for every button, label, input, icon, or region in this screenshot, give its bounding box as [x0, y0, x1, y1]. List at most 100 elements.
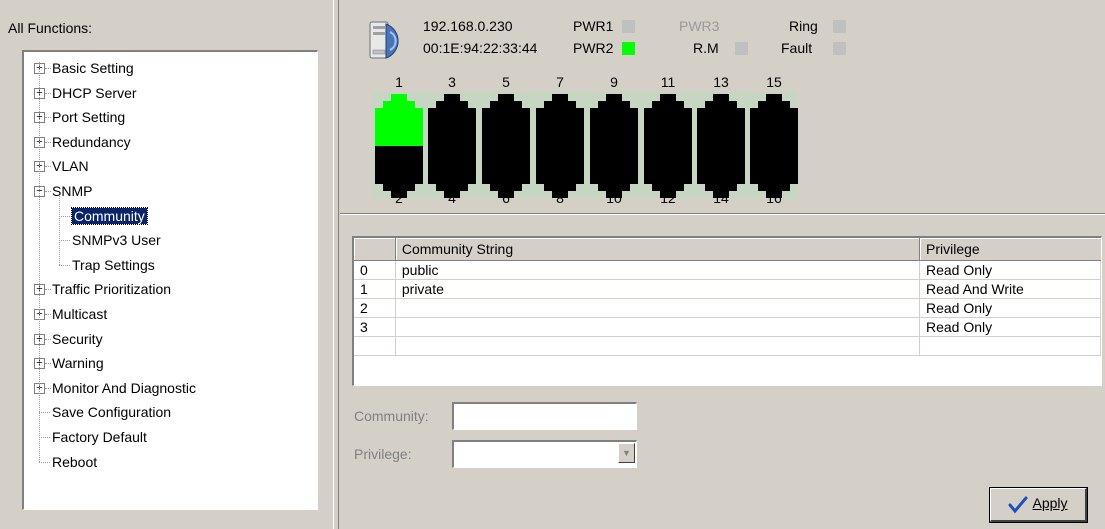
tree-item-traffic-prioritization[interactable]: Traffic Prioritization [52, 278, 171, 300]
port-number: 5 [502, 74, 510, 90]
port-13-icon[interactable] [697, 94, 745, 146]
switch-device-icon [369, 21, 399, 59]
table-row[interactable]: 3 Read Only [354, 317, 1101, 337]
tree-item-label: Basic Setting [52, 60, 134, 76]
device-ip: 192.168.0.230 [423, 18, 513, 34]
tree-connector [45, 387, 51, 389]
privilege-cell: Read And Write [919, 279, 1101, 299]
port-number: 3 [448, 74, 456, 90]
tree-connector [39, 62, 40, 462]
port-number: 16 [766, 190, 782, 206]
column-header-index[interactable] [354, 238, 396, 261]
privilege-cell: Read Only [919, 260, 1101, 280]
column-header-privilege[interactable]: Privilege [919, 238, 1101, 261]
tree-item-label: SNMPv3 User [72, 232, 161, 249]
tree-item-redundancy[interactable]: Redundancy [52, 131, 131, 153]
chevron-down-icon[interactable]: ▼ [618, 443, 635, 463]
port-7-icon[interactable] [536, 94, 584, 146]
port-9-icon[interactable] [590, 94, 638, 146]
community-table[interactable]: Community String Privilege 0 public Read O… [352, 236, 1102, 386]
tree-item-vlan[interactable]: VLAN [52, 155, 89, 177]
tree-item-label: Traffic Prioritization [52, 281, 172, 298]
checkmark-icon [1008, 496, 1028, 513]
tree-connector [45, 92, 51, 94]
tree-connector [59, 196, 60, 265]
port-11-icon[interactable] [644, 94, 692, 146]
tree-connector [45, 338, 51, 340]
tree-item-label: Trap Settings [72, 256, 155, 273]
tree-item-warning[interactable]: Warning [52, 352, 104, 374]
pwr1-label: PWR1 [573, 18, 614, 34]
pwr3-label: PWR3 [679, 18, 720, 34]
ring-label: Ring [789, 18, 818, 34]
tree-item-label: VLAN [52, 158, 89, 175]
row-index-cell: 2 [354, 298, 396, 318]
community-input[interactable] [452, 402, 637, 430]
port-5-icon[interactable] [482, 94, 530, 146]
fault-led [833, 42, 846, 55]
row-index-cell: 1 [354, 279, 396, 299]
apply-button[interactable]: Apply [989, 487, 1088, 523]
tree-item-factory-default[interactable]: Factory Default [52, 426, 147, 448]
tree-connector [39, 461, 50, 463]
column-header-community-string[interactable]: Community String [395, 238, 920, 261]
table-header-row: Community String Privilege [354, 238, 1101, 261]
tree-item-label: Warning [52, 355, 104, 372]
horizontal-splitter[interactable] [340, 213, 1105, 215]
tree-item-label: Redundancy [52, 133, 131, 150]
port-number: 14 [713, 190, 729, 206]
function-tree-pane: All Functions: Basic Setting + DHCP Server… [0, 0, 333, 529]
table-row[interactable]: 2 Read Only [354, 298, 1101, 318]
port-1-icon[interactable] [375, 94, 423, 146]
pwr1-led [622, 20, 635, 33]
tree-item-dhcp-server[interactable]: DHCP Server [52, 82, 137, 104]
function-tree[interactable]: Basic Setting + DHCP Server + Port Setting + R… [22, 50, 318, 510]
privilege-select[interactable]: ▼ [452, 440, 637, 468]
tree-item-community[interactable]: Community [71, 205, 148, 227]
tree-item-label: DHCP Server [52, 84, 137, 101]
tree-item-monitor-and-diagnostic[interactable]: Monitor And Diagnostic [52, 377, 196, 399]
community-input-value [454, 408, 457, 424]
tree-item-multicast[interactable]: Multicast [52, 303, 107, 325]
tree-item-reboot[interactable]: Reboot [52, 451, 97, 473]
community-label: Community: [354, 408, 429, 424]
tree-item-security[interactable]: Security [52, 328, 103, 350]
pane-splitter[interactable] [333, 0, 339, 529]
tree-item-label: Save Configuration [52, 404, 172, 421]
community-string-cell [395, 298, 920, 318]
tree-connector [45, 363, 51, 365]
fault-label: Fault [781, 40, 813, 56]
tree-item-save-configuration[interactable]: Save Configuration [52, 401, 171, 423]
tree-item-basic-setting[interactable]: Basic Setting [52, 57, 134, 79]
port-number: 11 [660, 74, 676, 90]
port-number: 6 [502, 190, 510, 206]
empty-cell [919, 336, 1101, 356]
privilege-cell: Read Only [919, 317, 1101, 337]
tree-item-label: Security [52, 330, 103, 347]
table-row[interactable]: 0 public Read Only [354, 260, 1101, 280]
community-string-cell [395, 317, 920, 337]
tree-item-trap-settings[interactable]: Trap Settings [72, 254, 155, 276]
tree-item-snmpv3-user[interactable]: SNMPv3 User [72, 229, 161, 251]
table-row-empty[interactable] [354, 336, 1101, 356]
tree-connector [45, 289, 51, 291]
tree-connector [45, 166, 51, 168]
table-row[interactable]: 1 private Read And Write [354, 279, 1101, 299]
tree-connector [45, 141, 51, 143]
empty-cell [354, 336, 396, 356]
port-number: 10 [606, 190, 622, 206]
port-15-icon[interactable] [750, 94, 798, 146]
privilege-label: Privilege: [354, 446, 412, 462]
port-3-icon[interactable] [428, 94, 476, 146]
row-index-cell: 3 [354, 317, 396, 337]
port-number: 15 [766, 74, 782, 90]
empty-cell [395, 336, 920, 356]
tree-item-port-setting[interactable]: Port Setting [52, 106, 125, 128]
tree-item-label: Reboot [52, 453, 98, 470]
community-string-cell: private [395, 279, 920, 299]
privilege-select-value [454, 446, 457, 462]
tree-title: All Functions: [8, 20, 93, 36]
tree-connector [39, 412, 50, 414]
device-status-panel: 192.168.0.230 00:1E:94:22:33:44 PWR1 PWR… [340, 0, 1105, 213]
community-string-cell: public [395, 260, 920, 280]
